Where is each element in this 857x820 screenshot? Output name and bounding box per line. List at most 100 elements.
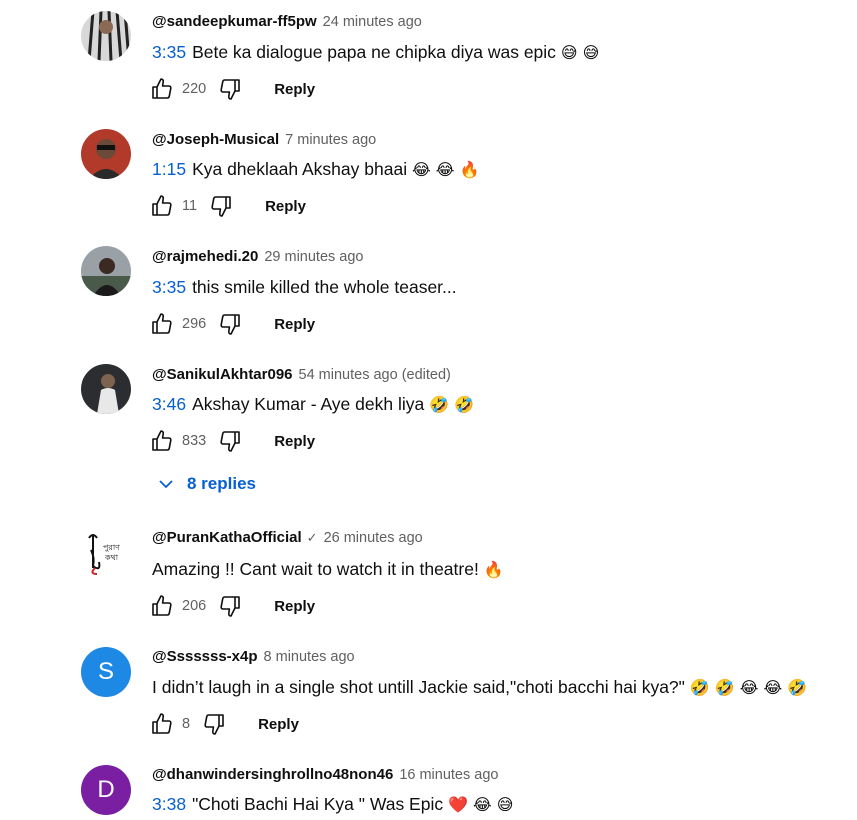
comment-emoji: ❤️ 😂 😅: [447, 795, 514, 814]
like-count: 833: [182, 433, 207, 449]
avatar[interactable]: [81, 129, 131, 179]
svg-text:কথা: কথা: [104, 553, 119, 562]
thumb-down-icon: [204, 714, 224, 735]
comment-actions: 8 Reply: [148, 710, 299, 738]
comment-actions: 220 Reply: [148, 75, 315, 103]
avatar[interactable]: [81, 364, 131, 414]
reply-button[interactable]: Reply: [274, 81, 315, 98]
avatar[interactable]: D: [81, 765, 131, 815]
thumb-up-icon: [152, 195, 172, 216]
comment-time[interactable]: 54 minutes ago (edited): [299, 367, 451, 383]
comment-header: @rajmehedi.20 29 minutes ago: [152, 247, 364, 267]
video-timestamp-link[interactable]: 3:46: [152, 394, 186, 414]
comment-time[interactable]: 7 minutes ago: [285, 132, 376, 148]
thumb-up-icon: [152, 430, 172, 451]
reply-button[interactable]: Reply: [274, 433, 315, 450]
comment-author[interactable]: @Joseph-Musical: [152, 131, 279, 148]
comment-author[interactable]: @Sssssss-x4p: [152, 648, 258, 665]
comment-text: Amazing !! Cant wait to watch it in thea…: [152, 557, 504, 582]
thumb-up-icon: [152, 313, 172, 334]
comment-author[interactable]: @dhanwindersinghrollno48non46: [152, 766, 393, 783]
verified-check-icon: ✓: [306, 530, 318, 545]
reply-button[interactable]: Reply: [258, 716, 299, 733]
like-button[interactable]: [148, 427, 176, 455]
thumb-down-icon: [220, 79, 241, 100]
dislike-button[interactable]: [216, 75, 244, 103]
comment-emoji: 😅 😅: [560, 43, 600, 62]
comment-author[interactable]: @SanikulAkhtar096: [152, 366, 293, 383]
comment-header: @PuranKathaOfficial ✓ 26 minutes ago: [152, 528, 423, 548]
reply-button[interactable]: Reply: [274, 598, 315, 615]
comment-actions: 206 Reply: [148, 592, 315, 620]
like-count: 11: [182, 198, 198, 214]
comment-body: I didn’t laugh in a single shot untill J…: [152, 677, 685, 697]
comment-header: @SanikulAkhtar096 54 minutes ago (edited): [152, 365, 451, 385]
reply-button[interactable]: Reply: [265, 198, 306, 215]
svg-text:পুরাণ: পুরাণ: [103, 543, 120, 552]
like-count: 296: [182, 316, 207, 332]
replies-count-label: 8 replies: [187, 474, 256, 493]
comment-body: Kya dheklaah Akshay bhaai: [192, 159, 408, 179]
like-count: 8: [182, 716, 191, 732]
comment-time[interactable]: 16 minutes ago: [399, 767, 498, 783]
comment-body: Amazing !! Cant wait to watch it in thea…: [152, 559, 479, 579]
like-button[interactable]: [148, 592, 176, 620]
comment-author[interactable]: @sandeepkumar-ff5pw: [152, 13, 317, 30]
like-button[interactable]: [148, 310, 176, 338]
dislike-button[interactable]: [216, 592, 244, 620]
chevron-down-icon: [159, 480, 173, 489]
comment-header: @sandeepkumar-ff5pw 24 minutes ago: [152, 12, 422, 32]
comment-header: @Sssssss-x4p 8 minutes ago: [152, 647, 355, 667]
comment-text: I didn’t laugh in a single shot untill J…: [152, 675, 807, 700]
comment-text: 3:38 "Choti Bachi Hai Kya " Was Epic ❤️ 😂…: [152, 792, 513, 817]
thumb-down-icon: [220, 314, 241, 335]
comment-time[interactable]: 8 minutes ago: [264, 649, 355, 665]
comment-body: Akshay Kumar - Aye dekh liya: [192, 394, 425, 414]
comment-emoji: 🤣 🤣 😂 😂 🤣: [689, 678, 808, 697]
reply-button[interactable]: Reply: [274, 316, 315, 333]
thumb-up-icon: [152, 713, 172, 734]
comment-actions: 11 Reply: [148, 192, 306, 220]
comment-emoji: 🤣 🤣: [429, 395, 475, 414]
view-replies-button[interactable]: 8 replies: [157, 470, 256, 498]
video-timestamp-link[interactable]: 3:35: [152, 42, 186, 62]
like-button[interactable]: [148, 75, 176, 103]
comment-body: this smile killed the whole teaser...: [192, 277, 457, 297]
avatar[interactable]: [81, 11, 131, 61]
avatar[interactable]: S: [81, 647, 131, 697]
avatar-letter: D: [97, 776, 115, 803]
video-timestamp-link[interactable]: 3:38: [152, 794, 186, 814]
avatar[interactable]: পুরাণ কথা: [81, 528, 131, 578]
comment-emoji: 😂 😂 🔥: [411, 160, 480, 179]
thumb-down-icon: [220, 431, 241, 452]
thumb-up-icon: [152, 78, 172, 99]
comment-author[interactable]: @rajmehedi.20: [152, 248, 258, 265]
video-timestamp-link[interactable]: 1:15: [152, 159, 186, 179]
comment-text: 3:35 this smile killed the whole teaser..…: [152, 275, 457, 299]
comment-text: 3:46 Akshay Kumar - Aye dekh liya 🤣 🤣: [152, 392, 474, 417]
video-timestamp-link[interactable]: 3:35: [152, 277, 186, 297]
dislike-button[interactable]: [216, 310, 244, 338]
comment-actions: 833 Reply: [148, 427, 315, 455]
avatar-letter: S: [97, 658, 114, 685]
comment-time[interactable]: 26 minutes ago: [324, 530, 423, 546]
comment-actions: 296 Reply: [148, 310, 315, 338]
thumb-down-icon: [211, 196, 231, 217]
like-button[interactable]: [148, 192, 176, 220]
comment-body: "Choti Bachi Hai Kya " Was Epic: [192, 794, 444, 814]
dislike-button[interactable]: [207, 192, 235, 220]
comment-body: Bete ka dialogue papa ne chipka diya was…: [192, 42, 556, 62]
comment-text: 1:15 Kya dheklaah Akshay bhaai 😂 😂 🔥: [152, 157, 479, 182]
like-count: 206: [182, 598, 207, 614]
avatar[interactable]: [81, 246, 131, 296]
comment-text: 3:35 Bete ka dialogue papa ne chipka diya…: [152, 40, 599, 65]
comment-emoji: 🔥: [483, 560, 504, 579]
comment-time[interactable]: 24 minutes ago: [323, 14, 422, 30]
like-button[interactable]: [148, 710, 176, 738]
comment-author[interactable]: @PuranKathaOfficial: [152, 529, 302, 546]
thumb-down-icon: [220, 596, 241, 617]
dislike-button[interactable]: [200, 710, 228, 738]
dislike-button[interactable]: [216, 427, 244, 455]
comment-header: @Joseph-Musical 7 minutes ago: [152, 130, 376, 150]
comment-time[interactable]: 29 minutes ago: [264, 249, 363, 265]
